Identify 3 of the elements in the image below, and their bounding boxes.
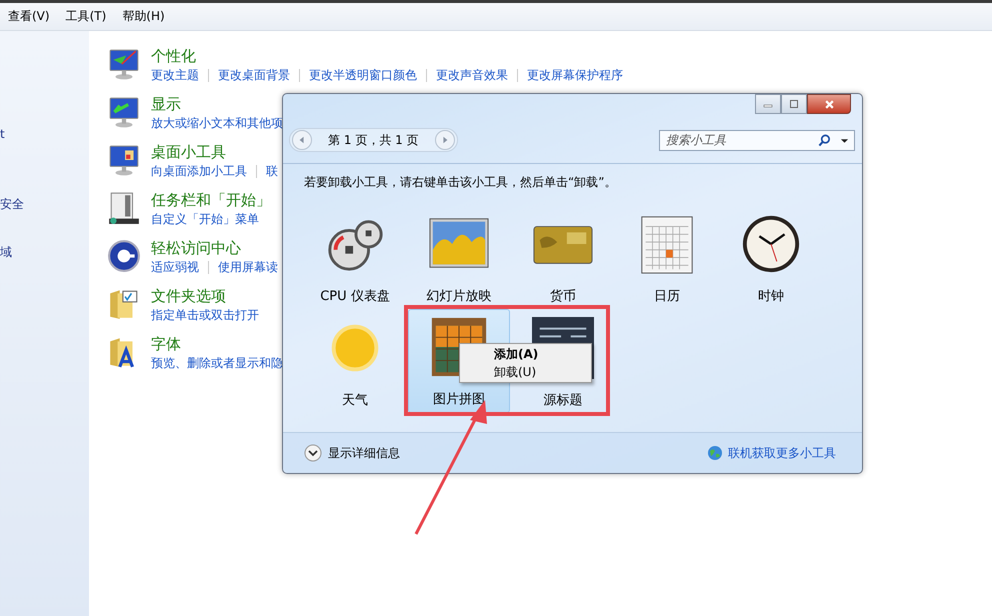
- page-indicator: 第 1 页，共 1 页: [328, 132, 419, 148]
- gadget-name: 图片拼图: [433, 391, 485, 408]
- instruction-text: 若要卸载小工具，请右键单击该小工具，然后单击“卸载”。: [304, 174, 616, 191]
